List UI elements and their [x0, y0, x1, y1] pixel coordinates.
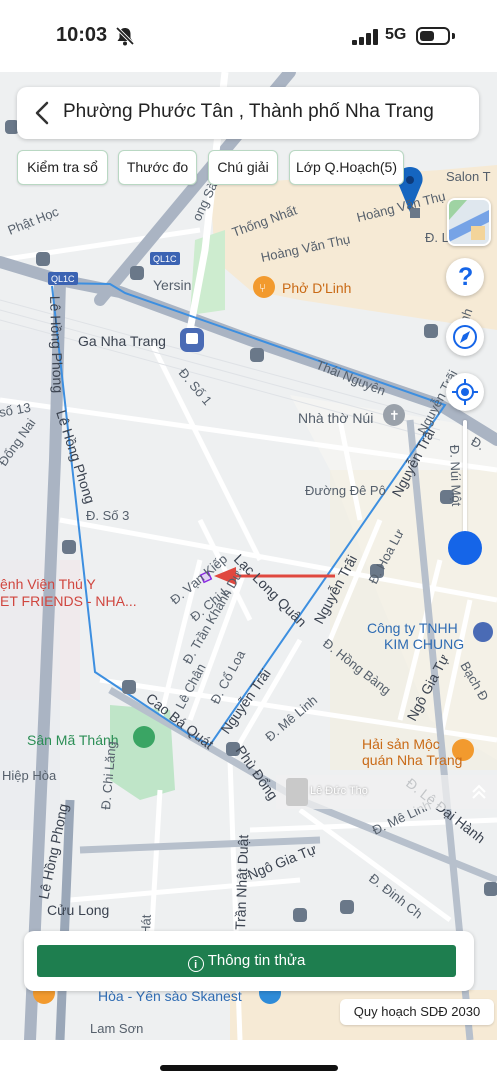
map-label: KIM CHUNG — [384, 636, 464, 652]
user-name: Lê Đức Thọ — [310, 785, 368, 797]
back-chevron-icon[interactable] — [31, 100, 55, 126]
legend-button[interactable]: Chú giải — [208, 150, 278, 185]
map-type-thumbnail[interactable] — [447, 198, 491, 246]
info-icon: i — [187, 956, 204, 972]
map-label: Salon T — [446, 169, 491, 184]
avatar — [286, 778, 308, 806]
battery-tip — [452, 33, 455, 39]
map-layer-icon — [449, 200, 489, 244]
map-label: Hiệp Hòa — [2, 768, 57, 783]
help-button[interactable]: ? — [446, 258, 484, 296]
user-overlay[interactable]: Lê Đức Thọ — [276, 775, 497, 809]
svg-text:⑂: ⑂ — [259, 281, 266, 295]
bus-stop-icon — [36, 252, 50, 266]
bus-stop-icon — [484, 882, 497, 896]
compass-icon — [453, 325, 477, 349]
shop-icon — [473, 622, 493, 642]
svg-text:✝: ✝ — [389, 409, 400, 424]
map-label: Đ. Núi Một — [447, 445, 464, 507]
signal-icon — [352, 29, 378, 45]
parcel-info-panel: i Thông tin thửa — [24, 931, 474, 991]
map-canvas[interactable]: ⑂ ✝ QL1C QL1C Salon T Thống Nhất Hoàng V… — [0, 72, 497, 1040]
map-label: Hải sản Mộc — [362, 736, 440, 752]
bus-stop-icon — [424, 324, 438, 338]
route-badge-ql1c: QL1C — [51, 274, 75, 284]
map-label: Lam Sơn — [90, 1021, 143, 1036]
bus-stop-icon — [250, 348, 264, 362]
locate-icon — [452, 379, 478, 405]
map-label: ET FRIENDS - NHA... — [0, 593, 137, 609]
bus-stop-icon — [62, 540, 76, 554]
check-book-button[interactable]: Kiểm tra sổ — [17, 150, 108, 185]
network-label: 5G — [385, 26, 407, 43]
park-icon — [133, 726, 155, 748]
my-location-button[interactable] — [446, 373, 484, 411]
bus-stop-icon — [340, 900, 354, 914]
planning-badge[interactable]: Quy hoạch SDĐ 2030 — [340, 999, 494, 1025]
map-svg[interactable]: ⑂ ✝ QL1C QL1C Salon T Thống Nhất Hoàng V… — [0, 72, 497, 1040]
map-label: ệnh Viện Thú Y — [0, 576, 96, 592]
bus-stop-icon — [293, 908, 307, 922]
bus-stop-icon — [130, 266, 144, 280]
header-title: Phường Phước Tân , Thành phố Nha Trang — [63, 101, 434, 122]
map-label: Công ty TNHH — [367, 620, 458, 636]
map-label: Trần Nhật Duật — [232, 834, 251, 930]
map-label: Nhà thờ Núi — [298, 410, 373, 426]
map-label: Đường Đê Pô — [305, 483, 386, 498]
map-label: Yersin — [153, 277, 191, 293]
map-label: Phở D'Linh — [282, 280, 351, 296]
map-label: Lê Hồng Phong — [47, 296, 66, 394]
bell-muted-icon — [115, 26, 135, 46]
parcel-info-button[interactable]: i Thông tin thửa — [37, 945, 456, 977]
parcel-info-label: Thông tin thửa — [207, 952, 306, 969]
status-bar: 10:03 5G — [0, 0, 497, 72]
map-label: quán Nha Trang — [362, 752, 462, 768]
opacity-slider-knob[interactable] — [448, 531, 482, 565]
location-header: Phường Phước Tân , Thành phố Nha Trang — [17, 87, 479, 139]
home-indicator[interactable] — [160, 1065, 338, 1071]
ruler-button[interactable]: Thước đo — [118, 150, 197, 185]
map-label: Đ. Số 3 — [86, 508, 129, 523]
bus-stop-icon — [122, 680, 136, 694]
home-bar — [0, 1040, 497, 1080]
compass-button[interactable] — [446, 318, 484, 356]
status-time: 10:03 — [56, 24, 108, 46]
map-label: Cửu Long — [47, 902, 109, 918]
route-badge-ql1c: QL1C — [153, 254, 177, 264]
help-icon: ? — [458, 263, 474, 291]
planning-layers-button[interactable]: Lớp Q.Hoạch(5) — [289, 150, 404, 185]
battery-icon — [416, 27, 450, 45]
double-chevron-up-icon[interactable] — [470, 783, 488, 801]
map-label: Ga Nha Trang — [78, 333, 166, 349]
